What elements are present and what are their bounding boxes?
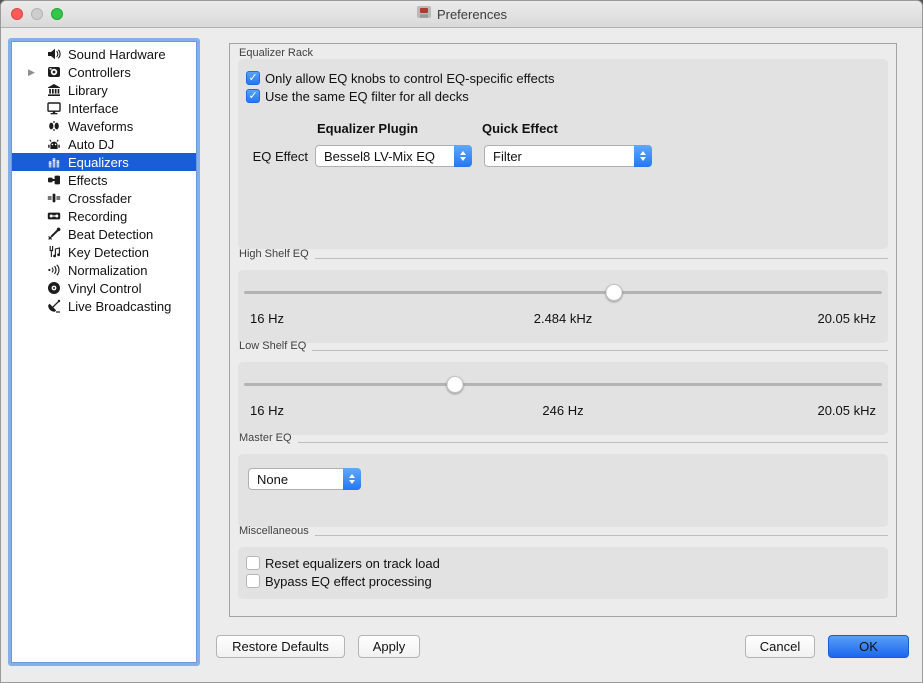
waveforms-icon <box>45 119 62 133</box>
preferences-sidebar: Sound Hardware ▶ Controllers Library Int… <box>11 41 197 663</box>
high-shelf-current-value: 2.484 kHz <box>459 311 668 326</box>
slider-track[interactable] <box>244 383 882 386</box>
apply-button[interactable]: Apply <box>358 635 420 658</box>
sidebar-item-sound-hardware[interactable]: Sound Hardware <box>12 45 196 63</box>
eq-knobs-checkbox-label: Only allow EQ knobs to control EQ-specif… <box>265 71 555 86</box>
reset-eq-checkbox[interactable] <box>246 556 260 570</box>
combo-stepper-icon <box>454 145 472 167</box>
window-title: Preferences <box>437 7 507 22</box>
equalizers-icon <box>45 155 62 169</box>
low-shelf-max-label: 20.05 kHz <box>667 403 876 418</box>
low-shelf-current-value: 246 Hz <box>459 403 668 418</box>
high-shelf-max-label: 20.05 kHz <box>667 311 876 326</box>
master-eq-select[interactable]: None <box>248 468 361 490</box>
high-shelf-min-label: 16 Hz <box>250 311 459 326</box>
sidebar-item-live-broadcasting[interactable]: Live Broadcasting <box>12 297 196 315</box>
sidebar-item-recording[interactable]: Recording <box>12 207 196 225</box>
sidebar-item-auto-dj[interactable]: Auto DJ <box>12 135 196 153</box>
sidebar-item-crossfader[interactable]: Crossfader <box>12 189 196 207</box>
bypass-eq-checkbox-row[interactable]: Bypass EQ effect processing <box>246 572 432 590</box>
master-eq-value: None <box>249 472 343 487</box>
library-icon <box>45 83 62 97</box>
quick-effect-header: Quick Effect <box>482 121 558 136</box>
restore-defaults-button[interactable]: Restore Defaults <box>216 635 345 658</box>
bypass-eq-checkbox-label: Bypass EQ effect processing <box>265 574 432 589</box>
disclosure-triangle-icon[interactable]: ▶ <box>28 63 38 81</box>
eq-knobs-checkbox[interactable] <box>246 71 260 85</box>
auto-dj-icon <box>45 137 62 151</box>
equalizer-rack-groupbox: Only allow EQ knobs to control EQ-specif… <box>238 59 888 249</box>
equalizers-preferences-pane: Equalizer Rack Only allow EQ knobs to co… <box>229 43 897 617</box>
eq-effect-label: EQ Effect <box>248 149 308 164</box>
sidebar-item-beat-detection[interactable]: Beat Detection <box>12 225 196 243</box>
sidebar-item-key-detection[interactable]: Key Detection <box>12 243 196 261</box>
sidebar-item-vinyl-control[interactable]: Vinyl Control <box>12 279 196 297</box>
low-shelf-groupbox: 16 Hz 246 Hz 20.05 kHz <box>238 362 888 435</box>
slider-track[interactable] <box>244 291 882 294</box>
equalizer-plugin-value: Bessel8 LV-Mix EQ <box>316 149 454 164</box>
section-divider <box>315 535 888 536</box>
high-shelf-title: High Shelf EQ <box>239 248 309 260</box>
sound-hardware-icon <box>45 47 62 61</box>
low-shelf-slider-thumb[interactable] <box>446 376 463 393</box>
controllers-icon <box>45 65 62 79</box>
low-shelf-slider[interactable] <box>244 376 882 393</box>
low-shelf-min-label: 16 Hz <box>250 403 459 418</box>
preferences-window: Preferences Sound Hardware ▶ Controllers… <box>0 0 923 683</box>
title-bar: Preferences <box>1 1 922 28</box>
reset-eq-checkbox-row[interactable]: Reset equalizers on track load <box>246 554 440 572</box>
effects-icon <box>45 173 62 187</box>
quick-effect-select[interactable]: Filter <box>484 145 652 167</box>
beat-detection-icon <box>45 227 62 241</box>
sidebar-item-waveforms[interactable]: Waveforms <box>12 117 196 135</box>
bypass-eq-checkbox[interactable] <box>246 574 260 588</box>
section-divider <box>298 442 888 443</box>
section-divider <box>315 258 888 259</box>
recording-icon <box>45 209 62 223</box>
vinyl-control-icon <box>45 281 62 295</box>
combo-stepper-icon <box>634 145 652 167</box>
sidebar-item-effects[interactable]: Effects <box>12 171 196 189</box>
interface-icon <box>45 101 62 115</box>
high-shelf-slider-thumb[interactable] <box>606 284 623 301</box>
equalizer-plugin-header: Equalizer Plugin <box>317 121 418 136</box>
combo-stepper-icon <box>343 468 361 490</box>
same-eq-filter-checkbox-row[interactable]: Use the same EQ filter for all decks <box>246 87 469 105</box>
high-shelf-slider[interactable] <box>244 284 882 301</box>
quick-effect-value: Filter <box>485 149 634 164</box>
ok-button[interactable]: OK <box>828 635 909 658</box>
same-eq-filter-checkbox-label: Use the same EQ filter for all decks <box>265 89 469 104</box>
same-eq-filter-checkbox[interactable] <box>246 89 260 103</box>
preferences-app-icon <box>416 4 432 25</box>
cancel-button[interactable]: Cancel <box>745 635 815 658</box>
key-detection-icon <box>45 245 62 259</box>
eq-knobs-checkbox-row[interactable]: Only allow EQ knobs to control EQ-specif… <box>246 69 555 87</box>
sidebar-item-equalizers[interactable]: Equalizers <box>12 153 196 171</box>
section-divider <box>312 350 888 351</box>
live-broadcasting-icon <box>45 299 62 313</box>
normalization-icon <box>45 263 62 277</box>
equalizer-rack-title: Equalizer Rack <box>239 47 313 59</box>
miscellaneous-title: Miscellaneous <box>239 525 309 537</box>
master-eq-groupbox: None <box>238 454 888 527</box>
master-eq-title: Master EQ <box>239 432 292 444</box>
crossfader-icon <box>45 191 62 205</box>
sidebar-item-normalization[interactable]: Normalization <box>12 261 196 279</box>
reset-eq-checkbox-label: Reset equalizers on track load <box>265 556 440 571</box>
sidebar-item-library[interactable]: Library <box>12 81 196 99</box>
miscellaneous-groupbox: Reset equalizers on track load Bypass EQ… <box>238 547 888 599</box>
high-shelf-groupbox: 16 Hz 2.484 kHz 20.05 kHz <box>238 270 888 343</box>
equalizer-plugin-select[interactable]: Bessel8 LV-Mix EQ <box>315 145 472 167</box>
low-shelf-title: Low Shelf EQ <box>239 340 306 352</box>
sidebar-item-interface[interactable]: Interface <box>12 99 196 117</box>
sidebar-item-controllers[interactable]: ▶ Controllers <box>12 63 196 81</box>
